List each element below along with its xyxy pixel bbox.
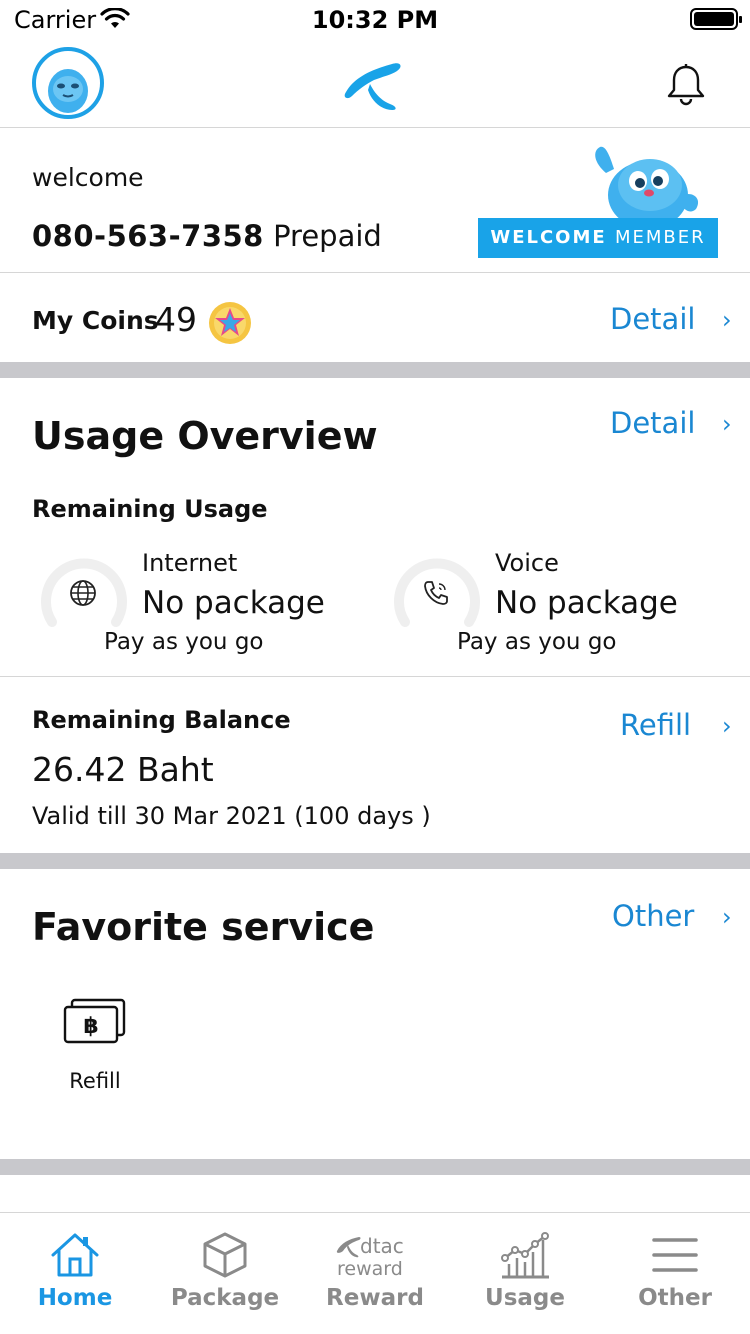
reward-logo-bottom-text: reward: [337, 1258, 403, 1279]
phone-line: 080-563-7358 Prepaid: [32, 219, 382, 253]
welcome-card: welcome 080-563-7358 Prepaid WELCOME MEM…: [0, 129, 750, 273]
voice-label: Voice: [495, 549, 559, 577]
svg-text:฿: ฿: [83, 1014, 98, 1039]
internet-label: Internet: [142, 549, 238, 577]
tab-other-label: Other: [638, 1285, 712, 1311]
tab-reward-label: Reward: [326, 1285, 424, 1311]
voice-value: No package: [495, 585, 678, 621]
clock-label: 10:32 PM: [311, 6, 439, 34]
remaining-usage-title: Remaining Usage: [32, 495, 268, 523]
battery-icon: [690, 8, 742, 30]
globe-icon: [68, 578, 98, 612]
usage-overview-card: Usage Overview Detail › Remaining Usage …: [0, 378, 750, 677]
refill-link[interactable]: Refill: [620, 708, 691, 742]
tab-usage-label: Usage: [485, 1285, 565, 1311]
phone-number: 080-563-7358: [32, 219, 264, 253]
chevron-right-icon: ›: [722, 306, 732, 334]
badge-strong-text: WELCOME: [490, 227, 607, 248]
usage-detail-link[interactable]: Detail: [610, 406, 695, 440]
coin-star-icon: [208, 301, 252, 349]
chevron-right-icon: ›: [722, 410, 732, 438]
tab-usage[interactable]: Usage: [450, 1213, 600, 1334]
tab-home[interactable]: Home: [0, 1213, 150, 1334]
mascot-illustration: [586, 143, 706, 229]
baht-wallet-icon[interactable]: ฿: [62, 997, 126, 1049]
tab-other[interactable]: Other: [600, 1213, 750, 1334]
plan-type: Prepaid: [273, 219, 382, 253]
remaining-balance-title: Remaining Balance: [32, 706, 291, 734]
chevron-right-icon: ›: [722, 712, 732, 740]
usage-overview-title: Usage Overview: [32, 414, 378, 458]
tab-home-label: Home: [37, 1285, 113, 1311]
balance-card: Remaining Balance Refill › 26.42 Baht Va…: [0, 678, 750, 853]
app-header: [0, 40, 750, 128]
welcome-member-badge: WELCOME MEMBER: [478, 218, 718, 258]
bottom-tab-bar: Home Package dtac reward Reward Usage Ot…: [0, 1212, 750, 1334]
dtac-logo-icon: [340, 54, 406, 116]
voice-note: Pay as you go: [457, 629, 617, 655]
reward-logo-top-text: dtac: [360, 1234, 404, 1258]
home-icon: [0, 1225, 150, 1285]
coins-value: 49: [155, 300, 197, 339]
box-icon: [150, 1225, 300, 1285]
favorite-service-card: Favorite service Other › ฿ Refill: [0, 869, 750, 1159]
tab-reward[interactable]: dtac reward Reward: [300, 1213, 450, 1334]
mascot-avatar-icon[interactable]: [32, 47, 104, 119]
chart-icon: [450, 1225, 600, 1285]
coins-label: My Coins: [32, 306, 159, 335]
favorite-refill-label[interactable]: Refill: [40, 1069, 150, 1093]
tab-package[interactable]: Package: [150, 1213, 300, 1334]
balance-amount: 26.42 Baht: [32, 750, 214, 789]
coins-detail-link[interactable]: Detail: [610, 302, 695, 336]
section-divider: [0, 853, 750, 869]
balance-valid-text: Valid till 30 Mar 2021 (100 days ): [32, 802, 431, 830]
status-bar: Carrier 10:32 PM: [0, 0, 750, 40]
section-divider: [0, 1159, 750, 1175]
section-divider: [0, 362, 750, 378]
menu-icon: [600, 1225, 750, 1285]
greeting-text: welcome: [32, 163, 144, 192]
internet-note: Pay as you go: [104, 629, 264, 655]
phone-call-icon: [421, 578, 451, 612]
tab-package-label: Package: [170, 1285, 280, 1311]
chevron-right-icon: ›: [722, 903, 732, 931]
coins-row[interactable]: My Coins 49 Detail ›: [0, 274, 750, 362]
favorite-service-title: Favorite service: [32, 905, 375, 949]
badge-light-text: MEMBER: [614, 227, 706, 248]
bell-icon[interactable]: [664, 62, 708, 110]
internet-value: No package: [142, 585, 325, 621]
favorite-other-link[interactable]: Other: [612, 899, 694, 933]
dtac-reward-icon: dtac reward: [300, 1225, 450, 1285]
